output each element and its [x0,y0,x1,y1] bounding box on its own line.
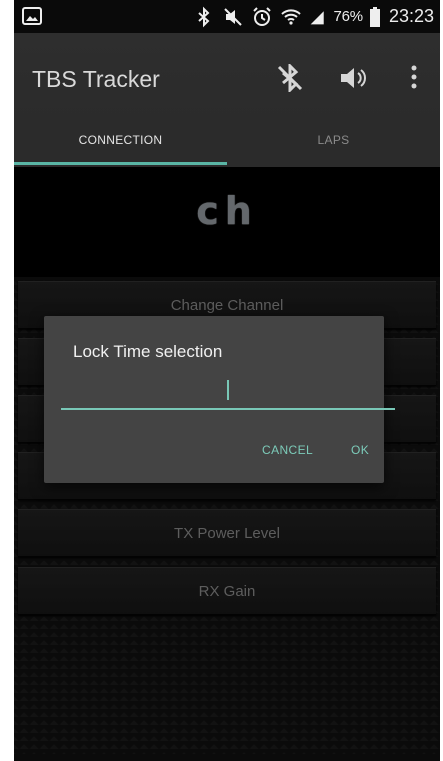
dialog-title: Lock Time selection [73,342,223,361]
tab-connection-label: CONNECTION [78,133,163,147]
app-bar: TBS Tracker [14,33,440,121]
bottom-edge [14,754,440,761]
signal-icon [310,10,324,24]
mute-icon [223,7,242,26]
bluetooth-icon [197,6,209,27]
bluetooth-disabled-icon[interactable] [276,64,304,92]
status-bar: 76% 23:23 [14,0,440,33]
wifi-icon [280,8,301,25]
cancel-button[interactable]: CANCEL [262,443,313,457]
ok-button[interactable]: OK [351,443,369,457]
battery-icon [369,6,380,27]
app-title: TBS Tracker [32,66,160,92]
battery-percent: 76% [333,8,364,25]
tab-connection[interactable]: CONNECTION [14,121,227,167]
lock-time-dialog: Lock Time selection CANCEL OK [44,316,395,483]
volume-icon[interactable] [338,64,370,92]
overflow-menu-icon[interactable] [410,64,418,90]
tab-indicator [14,162,227,165]
tab-bar: CONNECTION LAPS [14,121,440,167]
image-notification-icon [22,7,42,25]
tab-laps[interactable]: LAPS [227,121,440,167]
tab-laps-label: LAPS [317,133,350,147]
clock-time: 23:23 [388,6,434,26]
alarm-icon [252,6,271,26]
text-cursor [227,380,229,400]
